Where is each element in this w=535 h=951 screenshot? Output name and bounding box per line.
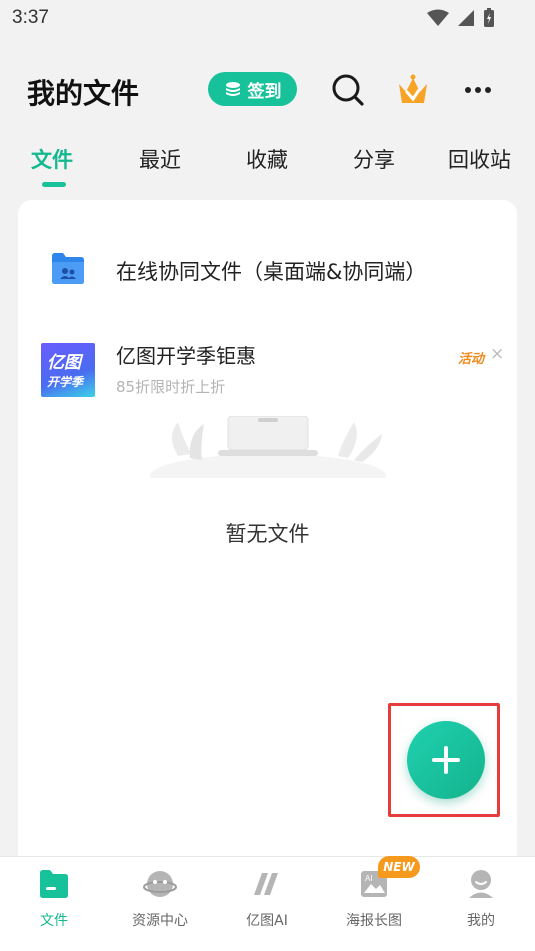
promo-banner[interactable]: 亿图 开学季 亿图开学季钜惠 85折限时折上折 活动 ×: [18, 338, 517, 402]
profile-icon: [469, 870, 493, 898]
promo-thumbnail: 亿图 开学季: [41, 343, 95, 397]
empty-state-text: 暂无文件: [225, 522, 310, 546]
promo-thumb-line1: 亿图: [47, 353, 81, 373]
promo-tag: 活动: [458, 352, 485, 367]
status-time: 3:37: [12, 7, 49, 28]
crown-icon: [399, 74, 427, 103]
promo-thumb-line2: 开学季: [47, 375, 84, 389]
promo-close-icon[interactable]: ×: [490, 344, 504, 364]
collab-files-label: 在线协同文件（桌面端&协同端）: [116, 260, 427, 284]
nav-item-me[interactable]: 我的: [436, 867, 526, 937]
signal-icon: [458, 10, 474, 26]
promo-title: 亿图开学季钜惠: [116, 344, 256, 368]
folder-icon: [40, 870, 68, 898]
nav-label-ai: 亿图AI: [246, 913, 288, 929]
nav-item-resources[interactable]: 资源中心: [115, 867, 205, 937]
page-title: 我的文件: [27, 77, 140, 110]
tab-favorites[interactable]: 收藏: [246, 144, 288, 174]
active-tab-indicator: [42, 182, 66, 187]
status-bar: 3:37: [0, 0, 535, 38]
tab-recycle-bin[interactable]: 回收站: [448, 144, 511, 174]
plus-icon: [432, 746, 460, 774]
nav-item-files[interactable]: 文件: [9, 867, 99, 937]
svg-text:AI: AI: [365, 874, 373, 883]
more-options-button[interactable]: [460, 74, 496, 106]
nav-label-me: 我的: [467, 913, 495, 929]
add-file-fab[interactable]: [407, 721, 485, 799]
ai-logo-icon: [254, 873, 278, 895]
tab-files[interactable]: 文件: [31, 144, 73, 174]
nav-label-files: 文件: [40, 913, 68, 929]
empty-state-illustration: [150, 416, 386, 478]
wifi-icon: [427, 9, 449, 26]
battery-icon: [484, 8, 494, 27]
more-dot-icon: [485, 87, 491, 93]
nav-label-posters: 海报长图: [346, 913, 402, 929]
checkin-button[interactable]: 签到: [208, 72, 297, 106]
tab-shared[interactable]: 分享: [353, 144, 395, 174]
promo-subtitle: 85折限时折上折: [116, 378, 226, 396]
tab-bar: 文件 最近 收藏 分享 回收站: [0, 140, 535, 190]
collab-files-row[interactable]: 在线协同文件（桌面端&协同端）: [18, 240, 517, 300]
planet-icon: [143, 871, 177, 897]
more-dot-icon: [465, 87, 471, 93]
status-icons: [427, 8, 495, 28]
more-dot-icon: [475, 87, 481, 93]
vip-crown-button[interactable]: [395, 72, 431, 108]
search-button[interactable]: [330, 72, 366, 108]
header: 我的文件 签到: [0, 60, 535, 120]
checkin-label: 签到: [247, 81, 282, 102]
new-badge: NEW: [378, 856, 420, 878]
tab-recent[interactable]: 最近: [139, 144, 181, 174]
collab-folder-icon: [52, 253, 84, 284]
nav-label-resources: 资源中心: [132, 913, 188, 929]
nav-item-ai[interactable]: 亿图AI: [222, 867, 312, 937]
search-icon: [332, 74, 364, 106]
bottom-nav: 文件 资源中心 亿图AI AI 海报长图 我的: [0, 856, 535, 951]
coin-stack-icon: [225, 82, 240, 96]
